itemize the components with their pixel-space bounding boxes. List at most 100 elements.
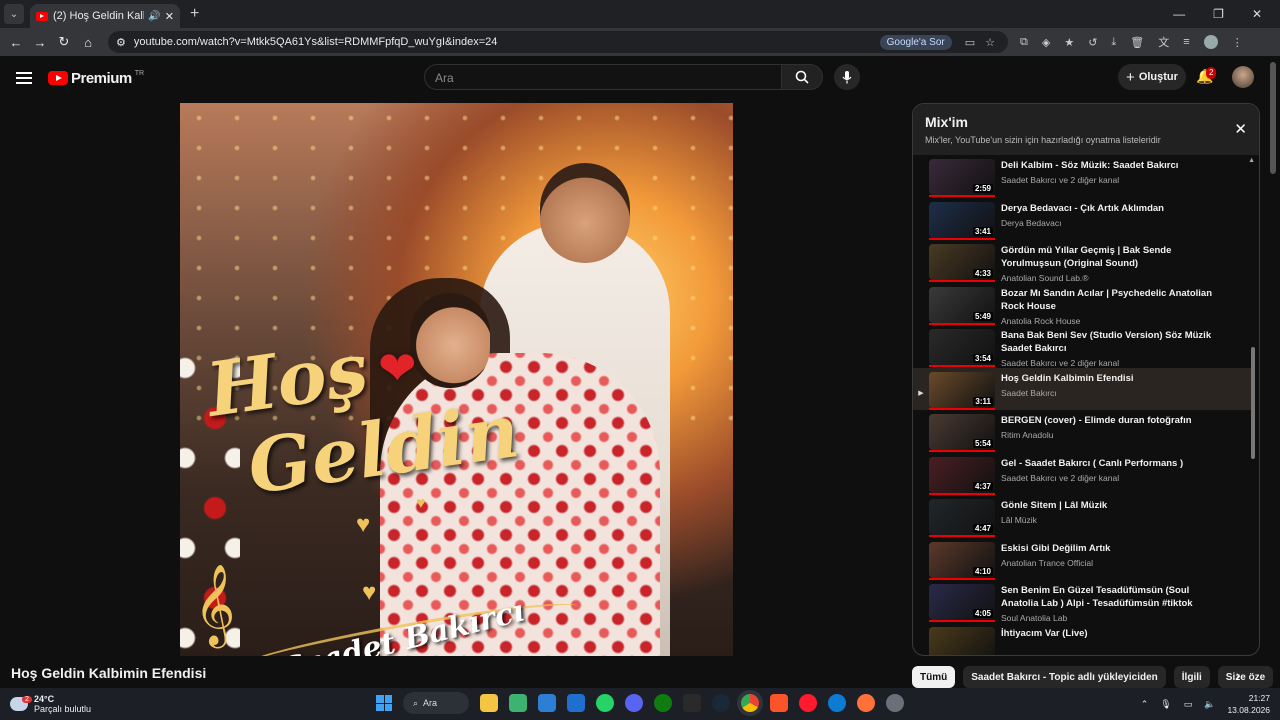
home-icon[interactable]: ⌂	[76, 35, 100, 50]
mix-item-title[interactable]: Sen Benim En Güzel Tesadüfümsün (Soul An…	[1001, 584, 1223, 610]
voice-search-button[interactable]	[834, 64, 860, 90]
clock[interactable]: 21:27 13.08.2026	[1227, 692, 1270, 716]
filter-chip[interactable]: Saadet Bakırcı - Topic adlı yükleyiciden	[963, 666, 1166, 688]
mix-item-title[interactable]: Gönle Sitem | Lâl Müzik	[1001, 499, 1223, 512]
search-input[interactable]: Ara	[424, 64, 782, 90]
mix-item-title[interactable]: Hoş Geldin Kalbimin Efendisi	[1001, 372, 1223, 385]
opera-icon[interactable]	[799, 694, 817, 712]
bookmark-star-icon[interactable]: ☆	[985, 36, 995, 49]
speaker-icon[interactable]: 🔊	[148, 11, 160, 22]
mix-item-thumbnail[interactable]: 4:47	[929, 499, 995, 537]
browser-tab[interactable]: (2) Hoş Geldin Kalbimin Efendisi 🔊 ✕	[30, 4, 180, 28]
mix-item[interactable]: İhtiyacım Var (Live)	[913, 623, 1251, 655]
translate-icon[interactable]: 文	[1158, 34, 1169, 50]
mix-item[interactable]: 4:33 Gördün mü Yıllar Geçmiş | Bak Sende …	[913, 240, 1251, 283]
mix-title[interactable]: Mix'im	[925, 114, 1247, 130]
mix-item-thumbnail[interactable]: 4:05	[929, 584, 995, 622]
chevron-right-icon[interactable]: ›	[1236, 667, 1241, 683]
site-info-icon[interactable]: ⚙	[116, 36, 126, 49]
mix-item-title[interactable]: İhtiyacım Var (Live)	[1001, 627, 1223, 640]
taskbar-search[interactable]: ⌕ Ara	[403, 692, 469, 714]
brave-icon[interactable]	[770, 694, 788, 712]
history-icon[interactable]: ↺	[1088, 36, 1097, 49]
forward-icon[interactable]: →	[28, 35, 52, 50]
mix-item-title[interactable]: Gördün mü Yıllar Geçmiş | Bak Sende Yoru…	[1001, 244, 1223, 270]
restore-icon[interactable]: ❐	[1213, 7, 1224, 21]
url-text[interactable]: youtube.com/watch?v=Mtkk5QA61Ys&list=RDM…	[134, 36, 880, 48]
mix-item[interactable]: 4:47 Gönle Sitem | Lâl Müzik Lâl Müzik	[913, 495, 1251, 538]
filter-chip[interactable]: İlgili	[1173, 666, 1210, 688]
mix-item-title[interactable]: Derya Bedavacı - Çık Artık Aklımdan	[1001, 202, 1223, 215]
xbox-icon[interactable]	[654, 694, 672, 712]
mix-item-thumbnail[interactable]	[929, 626, 995, 655]
chevron-up-icon[interactable]: ⌃	[1141, 699, 1149, 710]
mix-item[interactable]: 4:05 Sen Benim En Güzel Tesadüfümsün (Sou…	[913, 580, 1251, 623]
mix-item-thumbnail[interactable]: 4:33	[929, 244, 995, 282]
minimize-icon[interactable]: —	[1173, 7, 1185, 21]
mix-scrollbar[interactable]	[1251, 347, 1255, 459]
back-icon[interactable]: ←	[4, 35, 28, 50]
close-icon[interactable]: ✕	[1234, 120, 1247, 138]
mix-item[interactable]: 5:54 BERGEN (cover) - Elimde duran fotoğr…	[913, 410, 1251, 453]
google-ask-button[interactable]: Google'a Sor	[879, 34, 952, 50]
mix-item[interactable]: 3:41 Derya Bedavacı - Çık Artık Aklımdan D…	[913, 198, 1251, 241]
extensions-icon[interactable]: ⧉	[1020, 36, 1028, 49]
filter-chip[interactable]: Tümü	[912, 666, 956, 688]
search-button[interactable]	[781, 64, 823, 90]
mix-item-thumbnail[interactable]: 4:10	[929, 541, 995, 580]
mix-item-thumbnail[interactable]: 5:54	[929, 414, 995, 452]
mix-item-title[interactable]: Gel - Saadet Bakırcı ( Canlı Performans …	[1001, 457, 1223, 470]
mix-item-thumbnail[interactable]: 5:49	[929, 286, 995, 325]
discord-icon[interactable]	[625, 694, 643, 712]
tab-close-icon[interactable]: ✕	[165, 10, 174, 23]
download-icon[interactable]: ⤓	[1111, 36, 1116, 49]
mix-item-title[interactable]: Bozar Mı Sandın Acılar | Psychedelic Ana…	[1001, 287, 1223, 313]
game-launcher-icon[interactable]	[886, 694, 904, 712]
steam-icon[interactable]	[712, 694, 730, 712]
page-scrollbar[interactable]	[1270, 62, 1276, 174]
mix-item[interactable]: 3:54 Bana Bak Beni Sev (Studio Version) S…	[913, 325, 1251, 368]
mix-item-title[interactable]: Eskisi Gibi Değilim Artık	[1001, 542, 1223, 555]
mix-item-title[interactable]: BERGEN (cover) - Elimde duran fotoğrafın	[1001, 414, 1223, 427]
volume-icon[interactable]: 🔈	[1204, 699, 1215, 710]
mix-item-thumbnail[interactable]: 3:54	[929, 329, 995, 367]
mix-item-thumbnail[interactable]: 3:41	[929, 201, 995, 240]
file-explorer-icon[interactable]	[480, 694, 498, 712]
youtube-logo[interactable]: Premium TR	[48, 70, 144, 87]
weather-widget[interactable]: 2 24°C Parçalı bulutlu	[7, 694, 91, 714]
reload-icon[interactable]: ↻	[52, 34, 76, 50]
mix-item-thumbnail[interactable]: 3:11	[929, 371, 995, 410]
hamburger-menu-icon[interactable]	[16, 72, 32, 84]
mix-item[interactable]: 2:59 Deli Kalbim - Söz Müzik: Saadet Bakı…	[913, 155, 1251, 198]
network-icon[interactable]: ▭	[1184, 699, 1193, 710]
profile-avatar[interactable]	[1203, 35, 1218, 49]
address-bar[interactable]: ⚙ youtube.com/watch?v=Mtkk5QA61Ys&list=R…	[108, 31, 1008, 53]
firefox-icon[interactable]	[857, 694, 875, 712]
mic-icon[interactable]: 🎙	[1160, 699, 1171, 710]
store-icon[interactable]	[538, 694, 556, 712]
mix-item[interactable]: 4:37 Gel - Saadet Bakırcı ( Canlı Perform…	[913, 453, 1251, 496]
filter-chip[interactable]: Size öze	[1217, 666, 1274, 688]
user-avatar[interactable]	[1232, 66, 1254, 88]
chrome-icon[interactable]	[741, 694, 759, 712]
rewards-icon[interactable]: ◈	[1042, 36, 1050, 49]
video-player[interactable]: Hoş Geldin ❤ ♥ ♥ ♥ Saadet Bakırcı 𝄞	[180, 103, 733, 656]
windows-start-icon[interactable]	[376, 695, 392, 711]
tab-search-icon[interactable]: ⌄	[4, 4, 24, 24]
mail-icon[interactable]	[567, 694, 585, 712]
create-button[interactable]: + Oluştur	[1118, 64, 1186, 90]
favorites-icon[interactable]: ★	[1064, 36, 1074, 49]
scroll-up-icon[interactable]: ▲	[1248, 157, 1255, 164]
mix-item-title[interactable]: Deli Kalbim - Söz Müzik: Saadet Bakırcı	[1001, 159, 1223, 172]
mix-item-thumbnail[interactable]: 4:37	[929, 456, 995, 495]
whatsapp-icon[interactable]	[596, 694, 614, 712]
mix-item[interactable]: 5:49 Bozar Mı Sandın Acılar | Psychedelic…	[913, 283, 1251, 326]
new-tab-button[interactable]: +	[190, 5, 199, 23]
trash-icon[interactable]: 🗑	[1130, 36, 1144, 49]
close-window-icon[interactable]: ✕	[1252, 7, 1262, 21]
mix-item[interactable]: 4:10 Eskisi Gibi Değilim Artık Anatolian T…	[913, 538, 1251, 581]
mix-item-thumbnail[interactable]: 2:59	[929, 159, 995, 197]
reading-list-icon[interactable]: ≡	[1183, 36, 1189, 48]
mix-item[interactable]: ▶ 3:11 Hoş Geldin Kalbimin Efendisi Saadet …	[913, 367, 1251, 410]
widgets-icon[interactable]	[509, 694, 527, 712]
